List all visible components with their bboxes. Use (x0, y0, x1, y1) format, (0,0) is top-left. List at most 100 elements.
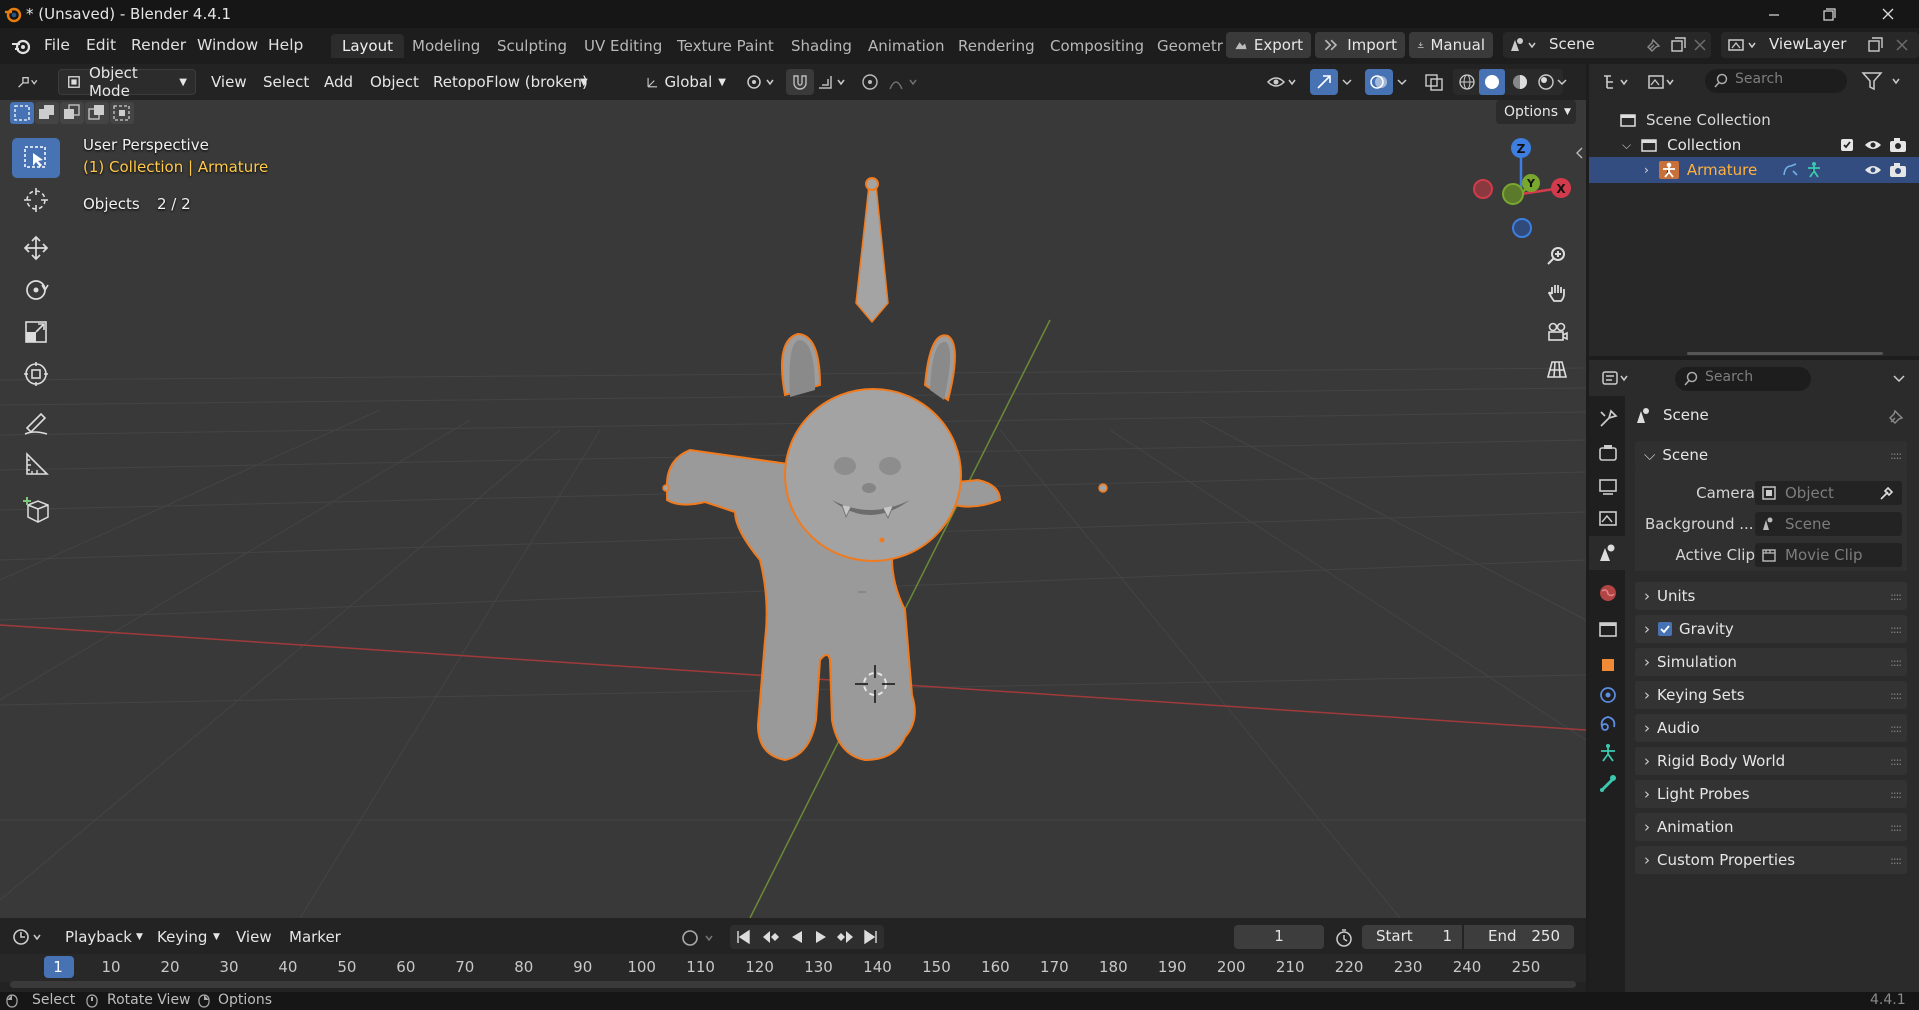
viewport-menu-add[interactable]: Add (324, 73, 353, 91)
timeline-menu-playback[interactable]: Playback (65, 928, 132, 946)
gizmo-toggle[interactable] (1310, 69, 1338, 95)
pivot-point-icon[interactable] (745, 73, 779, 91)
collection-tab-icon[interactable] (1597, 618, 1619, 640)
properties-search-input[interactable]: Search (1675, 367, 1811, 391)
new-view-layer-icon[interactable] (1866, 36, 1884, 54)
chevron-down-icon[interactable] (1555, 73, 1571, 91)
pan-button[interactable] (1539, 275, 1575, 311)
select-box-tool[interactable] (12, 138, 60, 178)
drag-handle-icon[interactable]: :::: (1890, 623, 1902, 636)
drag-handle-icon[interactable]: :::: (1890, 449, 1902, 462)
xray-toggle-icon[interactable] (1424, 73, 1444, 91)
object-tab-icon[interactable] (1597, 654, 1619, 676)
timeline-scrollbar[interactable] (10, 981, 1576, 988)
overlays-toggle[interactable] (1365, 69, 1393, 95)
navigation-gizmo[interactable]: Z X Y (1468, 136, 1578, 242)
tab-sculpting[interactable]: Sculpting (497, 37, 567, 55)
proportional-edit-icon[interactable] (860, 73, 880, 91)
drag-handle-icon[interactable]: :::: (1890, 689, 1902, 702)
menu-window[interactable]: Window (197, 36, 258, 54)
tab-shading[interactable]: Shading (791, 37, 852, 55)
view-layer-tab-icon[interactable] (1597, 508, 1619, 530)
export-button[interactable]: Export (1226, 32, 1311, 58)
viewport-menu-view[interactable]: View (211, 73, 247, 91)
pin-icon[interactable] (1645, 36, 1663, 54)
render-tab-icon[interactable] (1597, 442, 1619, 464)
bone-tab-icon[interactable] (1597, 772, 1619, 794)
constraints-tab-icon[interactable] (1597, 712, 1619, 734)
move-tool[interactable] (12, 228, 60, 268)
outliner-collection-row[interactable]: ⌵ Collection (1589, 132, 1919, 158)
panel-units[interactable]: › Units:::: (1635, 582, 1907, 610)
scene-tab[interactable] (1589, 536, 1625, 570)
new-scene-icon[interactable] (1669, 36, 1687, 54)
viewport-menu-select[interactable]: Select (263, 73, 309, 91)
tab-rendering[interactable]: Rendering (958, 37, 1035, 55)
tab-modeling[interactable]: Modeling (412, 37, 480, 55)
tool-tab-icon[interactable] (1597, 408, 1619, 430)
wireframe-shading-icon[interactable] (1458, 73, 1476, 91)
drag-handle-icon[interactable]: :::: (1890, 755, 1902, 768)
display-mode-icon[interactable] (1647, 72, 1681, 92)
snap-toggle[interactable] (786, 69, 814, 95)
solid-shading-button[interactable] (1479, 69, 1505, 95)
properties-editor-icon[interactable] (1601, 368, 1635, 388)
chevron-right-icon[interactable]: › (1644, 163, 1649, 177)
jump-end-icon[interactable] (862, 928, 880, 946)
sidebar-toggle-icon[interactable] (1575, 146, 1585, 160)
play-icon[interactable] (812, 928, 830, 946)
eye-icon[interactable] (1864, 137, 1882, 153)
chevron-down-icon[interactable] (1395, 73, 1411, 91)
camera-view-button[interactable] (1539, 314, 1575, 350)
world-tab-icon[interactable] (1597, 582, 1619, 604)
manual-button[interactable]: Manual (1409, 32, 1493, 58)
play-reverse-icon[interactable] (788, 928, 806, 946)
drag-handle-icon[interactable]: :::: (1890, 788, 1902, 801)
select-extend-button[interactable] (35, 102, 59, 124)
panel-animation[interactable]: › Animation:::: (1635, 813, 1907, 841)
outliner-armature-row[interactable]: › Armature (1589, 157, 1919, 183)
outliner-search-input[interactable]: Search (1705, 69, 1847, 93)
menu-edit[interactable]: Edit (86, 36, 116, 54)
auto-keying-icon[interactable] (678, 928, 718, 948)
zoom-button[interactable] (1539, 238, 1575, 274)
stopwatch-icon[interactable] (1334, 928, 1354, 948)
physics-tab-icon[interactable] (1597, 684, 1619, 706)
output-tab-icon[interactable] (1597, 476, 1619, 498)
chevron-down-icon[interactable] (1340, 73, 1356, 91)
outliner-editor-icon[interactable] (1601, 72, 1635, 92)
select-invert-button[interactable] (85, 102, 109, 124)
perspective-toggle-button[interactable] (1539, 351, 1575, 387)
armature-data-tab-icon[interactable] (1597, 742, 1619, 764)
end-frame-field[interactable]: End 250 (1464, 925, 1574, 949)
remove-view-layer-icon[interactable] (1893, 36, 1911, 54)
transform-orientation-dropdown[interactable]: Global ▼ (638, 69, 734, 95)
transform-tool[interactable] (12, 354, 60, 394)
options-dropdown[interactable]: Options ▼ (1496, 100, 1576, 124)
chevron-down-icon[interactable] (1891, 370, 1907, 386)
filter-icon[interactable] (1861, 70, 1909, 92)
active-clip-field[interactable]: Movie Clip (1755, 543, 1902, 567)
3d-viewport[interactable]: Options ▼ User Perspective (1) Collectio… (0, 100, 1586, 918)
eyedropper-icon[interactable] (1878, 484, 1896, 502)
checkbox-icon[interactable] (1839, 137, 1855, 153)
checkbox-checked-icon[interactable] (1657, 621, 1673, 637)
outliner-scrollbar[interactable] (1687, 352, 1883, 355)
select-new-button[interactable] (10, 102, 34, 124)
material-shading-icon[interactable] (1511, 73, 1529, 91)
cursor-tool[interactable] (12, 180, 60, 220)
scale-tool[interactable] (12, 312, 60, 352)
chevron-down-icon[interactable]: ⌵ (1622, 138, 1631, 153)
annotate-tool[interactable] (12, 402, 60, 442)
close-window-button[interactable] (1866, 4, 1910, 24)
restore-button[interactable] (1807, 4, 1851, 24)
panel-audio[interactable]: › Audio:::: (1635, 714, 1907, 742)
camera-field[interactable]: Object (1755, 481, 1902, 505)
drag-handle-icon[interactable]: :::: (1890, 590, 1902, 603)
tab-layout[interactable]: Layout (331, 34, 404, 58)
jump-start-icon[interactable] (734, 928, 752, 946)
menu-help[interactable]: Help (268, 36, 303, 54)
jump-keyframe-forward-icon[interactable] (834, 928, 856, 946)
panel-custom-properties[interactable]: › Custom Properties:::: (1635, 846, 1907, 874)
measure-tool[interactable] (12, 444, 60, 484)
